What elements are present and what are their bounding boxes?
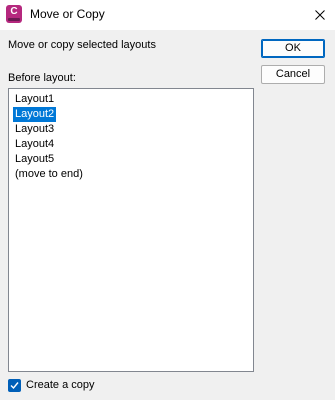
create-copy-option[interactable]: Create a copy <box>8 378 94 392</box>
app-icon-letter: C <box>10 6 18 17</box>
dialog-description: Move or copy selected layouts <box>8 39 156 51</box>
app-icon: C <box>6 5 22 23</box>
list-item-layout4[interactable]: Layout4 <box>13 137 56 152</box>
checkmark-icon <box>10 381 19 389</box>
create-copy-label: Create a copy <box>26 379 95 391</box>
cancel-button[interactable]: Cancel <box>261 65 325 84</box>
list-item-layout3[interactable]: Layout3 <box>13 122 56 137</box>
list-item-move-to-end[interactable]: (move to end) <box>13 167 85 182</box>
ok-button[interactable]: OK <box>261 39 325 58</box>
list-item-layout2[interactable]: Layout2 <box>13 107 57 122</box>
before-layout-label: Before layout: <box>8 72 76 84</box>
close-button[interactable] <box>305 0 335 30</box>
title-bar: C Move or Copy <box>0 0 335 30</box>
layout-listbox[interactable]: Layout1 Layout2 Layout3 Layout4 Layout5 … <box>8 88 254 372</box>
list-item-layout5[interactable]: Layout5 <box>13 152 56 167</box>
close-icon <box>315 10 325 20</box>
list-item-layout1[interactable]: Layout1 <box>13 92 56 107</box>
window-title: Move or Copy <box>30 7 105 21</box>
create-copy-checkbox[interactable] <box>8 378 21 392</box>
